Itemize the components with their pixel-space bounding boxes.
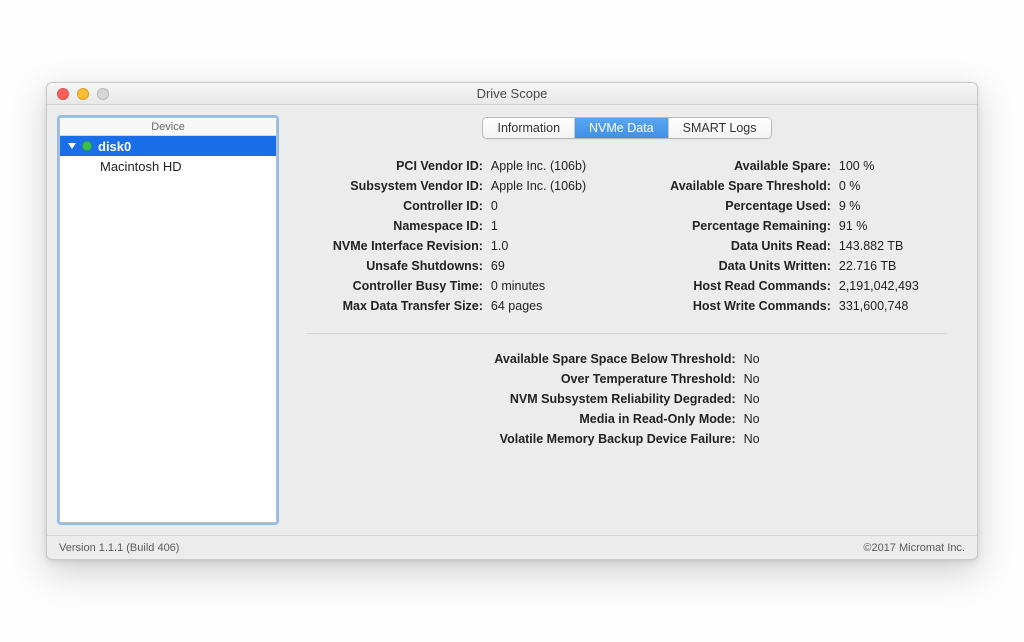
subsystem-reliability-label: NVM Subsystem Reliability Degraded:	[494, 392, 735, 406]
subsystem-vendor-id-value: Apple Inc. (106b)	[491, 179, 612, 193]
unsafe-shutdowns-label: Unsafe Shutdowns:	[307, 259, 483, 273]
host-read-commands-value: 2,191,042,493	[839, 279, 947, 293]
over-temperature-value: No	[744, 372, 760, 386]
max-data-transfer-size-label: Max Data Transfer Size:	[307, 299, 483, 313]
device-sidebar: Device disk0 Macintosh HD	[59, 117, 277, 523]
status-block: Available Spare Space Below Threshold: N…	[307, 352, 947, 446]
controller-busy-time-value: 0 minutes	[491, 279, 612, 293]
nvme-right-column: Available Spare: 100 % Available Spare T…	[642, 159, 947, 313]
titlebar: Drive Scope	[47, 83, 977, 105]
pci-vendor-id-value: Apple Inc. (106b)	[491, 159, 612, 173]
zoom-icon[interactable]	[97, 88, 109, 100]
spare-below-threshold-value: No	[744, 352, 760, 366]
namespace-id-value: 1	[491, 219, 612, 233]
host-write-commands-label: Host Write Commands:	[642, 299, 831, 313]
app-window: Drive Scope Device disk0 Macintosh HD	[46, 82, 978, 560]
version-text: Version 1.1.1 (Build 406)	[59, 542, 179, 554]
nvme-interface-revision-label: NVMe Interface Revision:	[307, 239, 483, 253]
data-units-read-label: Data Units Read:	[642, 239, 831, 253]
divider	[307, 333, 947, 334]
minimize-icon[interactable]	[77, 88, 89, 100]
available-spare-threshold-label: Available Spare Threshold:	[642, 179, 831, 193]
namespace-id-label: Namespace ID:	[307, 219, 483, 233]
close-icon[interactable]	[57, 88, 69, 100]
data-units-written-label: Data Units Written:	[642, 259, 831, 273]
status-bar: Version 1.1.1 (Build 406) ©2017 Micromat…	[47, 535, 977, 559]
percentage-remaining-label: Percentage Remaining:	[642, 219, 831, 233]
tab-nvme-data[interactable]: NVMe Data	[575, 118, 669, 138]
content-area: PCI Vendor ID: Apple Inc. (106b) Subsyst…	[289, 149, 965, 523]
status-dot-icon	[82, 141, 92, 151]
tab-bar: Information NVMe Data SMART Logs	[289, 117, 965, 139]
window-title: Drive Scope	[47, 86, 977, 101]
available-spare-label: Available Spare:	[642, 159, 831, 173]
subsystem-vendor-id-label: Subsystem Vendor ID:	[307, 179, 483, 193]
controller-busy-time-label: Controller Busy Time:	[307, 279, 483, 293]
volume-label: Macintosh HD	[100, 159, 182, 174]
controller-id-label: Controller ID:	[307, 199, 483, 213]
disk-label: disk0	[98, 139, 131, 154]
spare-below-threshold-label: Available Spare Space Below Threshold:	[494, 352, 735, 366]
host-read-commands-label: Host Read Commands:	[642, 279, 831, 293]
controller-id-value: 0	[491, 199, 612, 213]
data-units-read-value: 143.882 TB	[839, 239, 947, 253]
available-spare-value: 100 %	[839, 159, 947, 173]
unsafe-shutdowns-value: 69	[491, 259, 612, 273]
sidebar-item-macintosh-hd[interactable]: Macintosh HD	[60, 156, 276, 176]
available-spare-threshold-value: 0 %	[839, 179, 947, 193]
sidebar-header: Device	[60, 118, 276, 136]
read-only-mode-value: No	[744, 412, 760, 426]
over-temperature-label: Over Temperature Threshold:	[494, 372, 735, 386]
host-write-commands-value: 331,600,748	[839, 299, 947, 313]
nvme-left-column: PCI Vendor ID: Apple Inc. (106b) Subsyst…	[307, 159, 612, 313]
percentage-remaining-value: 91 %	[839, 219, 947, 233]
copyright-text: ©2017 Micromat Inc.	[863, 542, 965, 554]
disclosure-triangle-icon[interactable]	[68, 143, 76, 149]
data-units-written-value: 22.716 TB	[839, 259, 947, 273]
max-data-transfer-size-value: 64 pages	[491, 299, 612, 313]
pci-vendor-id-label: PCI Vendor ID:	[307, 159, 483, 173]
volatile-backup-failure-value: No	[744, 432, 760, 446]
tab-information[interactable]: Information	[483, 118, 575, 138]
sidebar-item-disk0[interactable]: disk0	[60, 136, 276, 156]
nvme-interface-revision-value: 1.0	[491, 239, 612, 253]
percentage-used-label: Percentage Used:	[642, 199, 831, 213]
subsystem-reliability-value: No	[744, 392, 760, 406]
tab-smart-logs[interactable]: SMART Logs	[669, 118, 771, 138]
read-only-mode-label: Media in Read-Only Mode:	[494, 412, 735, 426]
volatile-backup-failure-label: Volatile Memory Backup Device Failure:	[494, 432, 735, 446]
percentage-used-value: 9 %	[839, 199, 947, 213]
